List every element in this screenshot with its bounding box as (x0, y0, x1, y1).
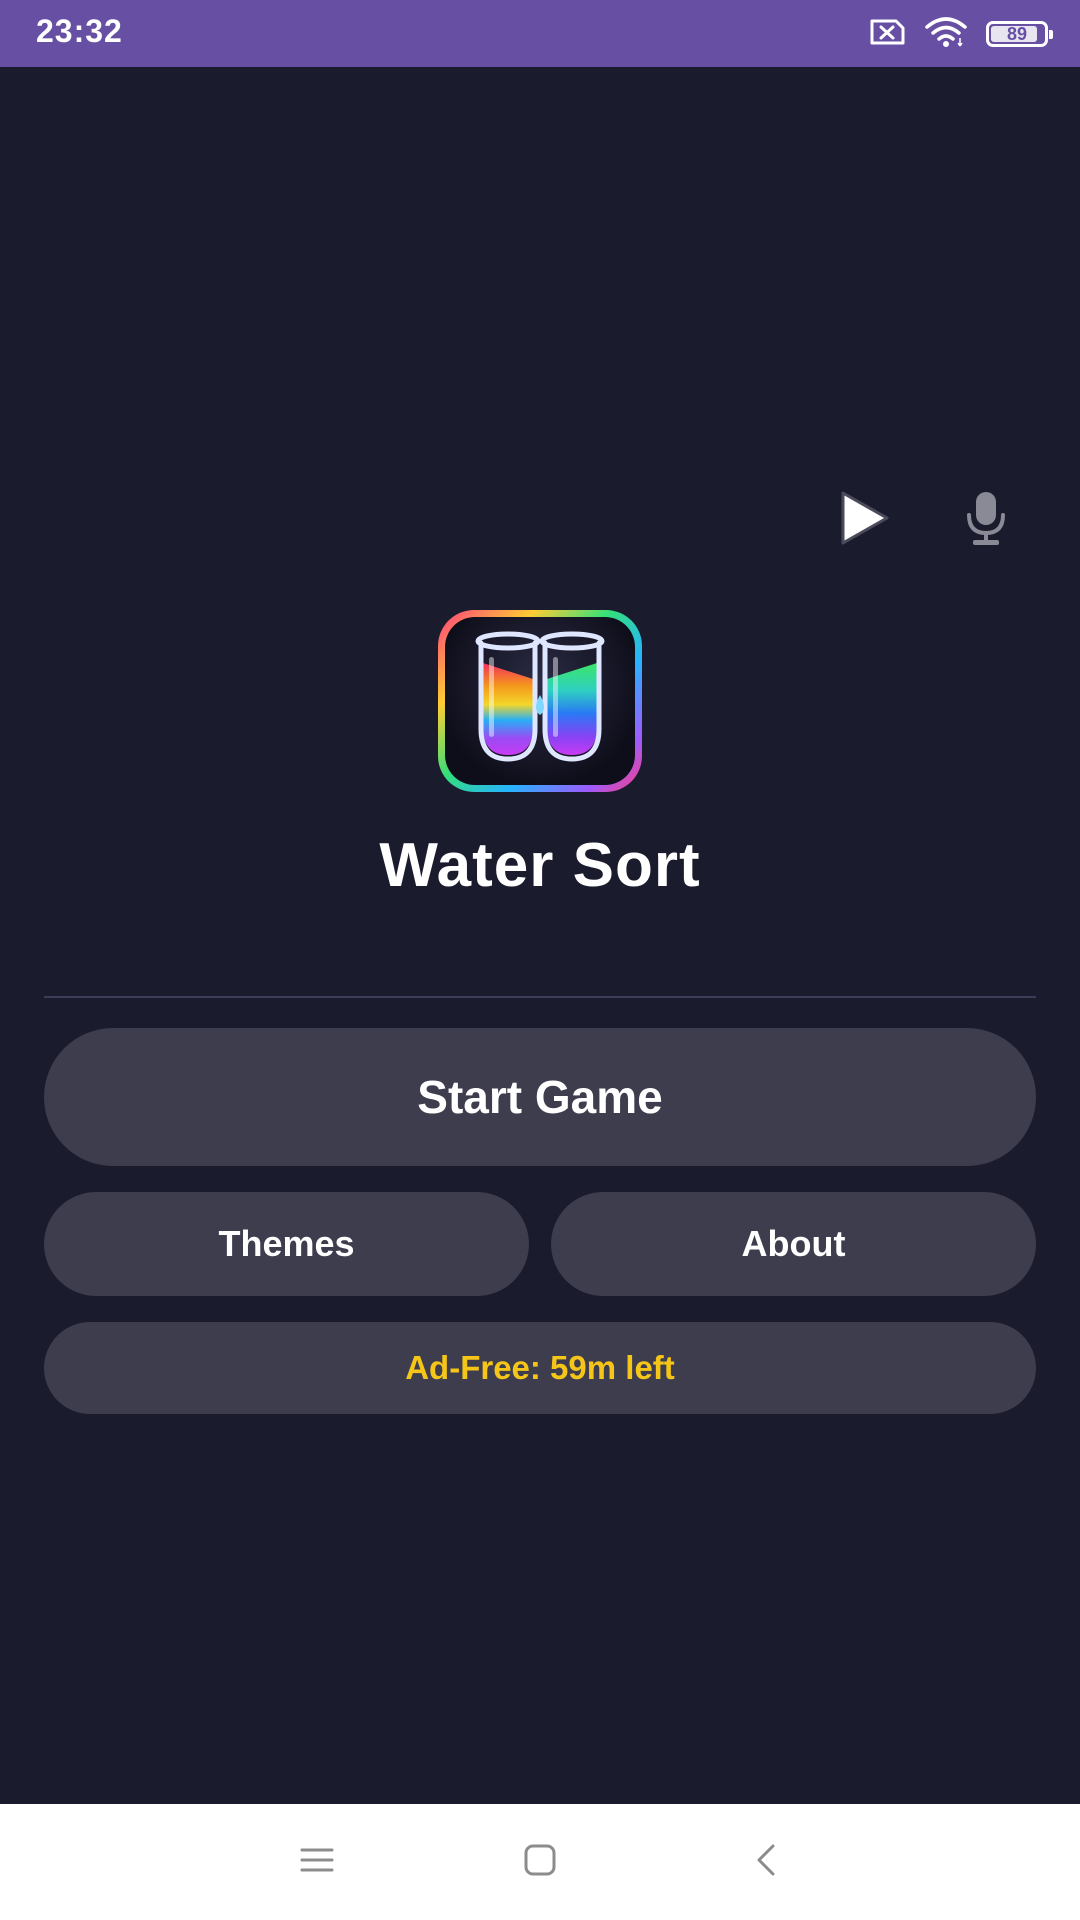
nav-menu-button[interactable] (289, 1834, 345, 1890)
water-sort-app-icon (438, 610, 642, 792)
wifi-icon (924, 16, 968, 53)
nav-back-button[interactable] (739, 1834, 795, 1890)
status-time: 23:32 (36, 13, 123, 49)
navigation-bar (0, 1804, 1080, 1920)
play-icon (835, 489, 893, 552)
no-sim-icon (868, 18, 906, 51)
start-game-button[interactable]: Start Game (44, 1028, 1036, 1166)
divider (44, 996, 1036, 998)
microphone-button[interactable] (954, 488, 1018, 552)
about-button[interactable]: About (551, 1192, 1036, 1296)
home-icon (522, 1842, 558, 1883)
nav-home-button[interactable] (512, 1834, 568, 1890)
ad-free-button[interactable]: Ad-Free: 59m left (44, 1322, 1036, 1414)
themes-button[interactable]: Themes (44, 1192, 529, 1296)
app-title: Water Sort (379, 831, 701, 900)
status-icons: 89 (868, 16, 1053, 53)
microphone-icon (964, 489, 1008, 552)
menu-icon (299, 1845, 335, 1880)
battery-level: 89 (1006, 24, 1028, 44)
app-icon-inner (445, 617, 635, 785)
status-bar: 23:32 89 (0, 0, 1080, 67)
screen: 23:32 89 Water Sort Start Game Themes Ab… (0, 0, 1080, 1920)
back-icon (749, 1842, 785, 1883)
battery-icon: 89 (986, 21, 1053, 47)
play-button[interactable] (832, 488, 896, 552)
test-tubes-icon (475, 631, 605, 762)
